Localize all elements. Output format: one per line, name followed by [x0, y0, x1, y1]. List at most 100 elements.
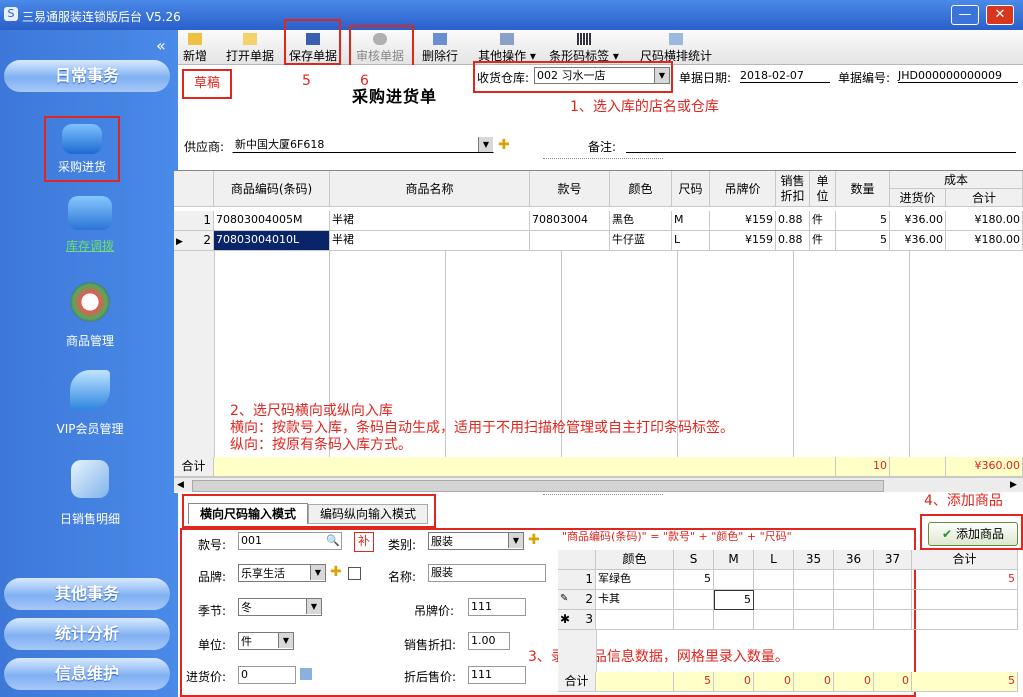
cell-code-selected[interactable]: 70803004010L: [214, 231, 330, 251]
collapse-icon[interactable]: «: [156, 36, 166, 55]
other-ops-button[interactable]: 其他操作 ▾: [476, 32, 538, 63]
cell-code[interactable]: 70803004005M: [214, 211, 330, 231]
minimize-button[interactable]: —: [951, 5, 979, 25]
category-select[interactable]: 服装 ▼: [428, 532, 524, 550]
new-button[interactable]: 新增: [182, 32, 208, 63]
col-name[interactable]: 商品名称: [330, 171, 530, 207]
search-icon[interactable]: 🔍: [326, 533, 340, 549]
size-cell-36[interactable]: [834, 590, 874, 610]
sidebar-item-purchase[interactable]: 采购进货: [44, 116, 120, 182]
brand-checkbox[interactable]: [348, 567, 361, 580]
size-col-36[interactable]: 36: [834, 550, 874, 570]
sidebar-item-vip[interactable]: VIP会员管理: [30, 370, 150, 437]
size-cell-m[interactable]: [714, 610, 754, 630]
chevron-down-icon[interactable]: ▼: [306, 599, 321, 614]
close-button[interactable]: ✕: [986, 5, 1014, 25]
season-select[interactable]: 冬 ▼: [238, 598, 322, 616]
nav-other-affairs[interactable]: 其他事务: [4, 578, 170, 610]
col-discount[interactable]: 销售折扣: [776, 171, 810, 207]
col-style[interactable]: 款号: [530, 171, 610, 207]
size-row-number[interactable]: 1: [558, 570, 596, 590]
col-qty[interactable]: 数量: [836, 171, 890, 207]
cost-input[interactable]: 0: [238, 666, 296, 684]
remark-field[interactable]: [626, 138, 1016, 153]
cell-qty[interactable]: 5: [836, 211, 890, 231]
col-code[interactable]: 商品编码(条码): [214, 171, 330, 207]
unit-select[interactable]: 件 ▼: [238, 632, 294, 650]
tab-horizontal-size[interactable]: 横向尺码输入模式: [188, 503, 308, 524]
size-cell-37[interactable]: [874, 610, 912, 630]
cell-unit[interactable]: 件: [810, 231, 836, 251]
size-row-number[interactable]: ✎ 2: [558, 590, 596, 610]
cell-total[interactable]: ¥180.00: [946, 231, 1023, 251]
cell-tag-price[interactable]: ¥159: [710, 211, 776, 231]
size-col-m[interactable]: M: [714, 550, 754, 570]
tag-price-input[interactable]: 111: [468, 598, 526, 616]
chevron-down-icon[interactable]: ▼: [654, 68, 669, 83]
delete-row-button[interactable]: 删除行: [420, 32, 460, 63]
cell-qty[interactable]: 5: [836, 231, 890, 251]
size-stats-button[interactable]: 尺码横排统计: [638, 32, 714, 63]
discount-input[interactable]: 1.00: [468, 632, 510, 650]
warehouse-select[interactable]: 002 习水一店 ▼: [534, 67, 670, 84]
size-cell-m[interactable]: [714, 570, 754, 590]
splitter-handle[interactable]: [543, 158, 663, 165]
size-cell-36[interactable]: [834, 570, 874, 590]
row-number[interactable]: ▶ 2: [174, 231, 214, 251]
size-cell-37[interactable]: [874, 570, 912, 590]
size-col-37[interactable]: 37: [874, 550, 912, 570]
add-goods-button[interactable]: ✔ 添加商品: [928, 522, 1018, 546]
brand-select[interactable]: 乐享生活 ▼: [238, 564, 326, 582]
size-cell-36[interactable]: [834, 610, 874, 630]
size-cell-l[interactable]: [754, 610, 794, 630]
fill-button[interactable]: 补: [354, 532, 374, 552]
edit-icon[interactable]: [300, 668, 312, 680]
size-cell-s[interactable]: [674, 590, 714, 610]
col-size[interactable]: 尺码: [672, 171, 710, 207]
col-unit[interactable]: 单位: [810, 171, 836, 207]
scroll-right-icon[interactable]: ▶: [1010, 480, 1017, 490]
tab-vertical-code[interactable]: 编码纵向输入模式: [308, 504, 428, 524]
size-cell-color[interactable]: 卡其: [596, 590, 674, 610]
nav-daily-affairs[interactable]: 日常事务: [4, 60, 170, 92]
add-supplier-icon[interactable]: ✚: [498, 137, 510, 153]
cell-size[interactable]: M: [672, 211, 710, 231]
scroll-thumb[interactable]: [192, 480, 884, 492]
name-input[interactable]: 服装: [428, 564, 546, 582]
size-col-total[interactable]: 合计: [912, 550, 1018, 570]
size-cell-color[interactable]: 军绿色: [596, 570, 674, 590]
open-button[interactable]: 打开单据: [224, 32, 276, 63]
col-tag-price[interactable]: 吊牌价: [710, 171, 776, 207]
cell-total[interactable]: ¥180.00: [946, 211, 1023, 231]
cell-name[interactable]: 半裙: [330, 211, 530, 231]
style-input[interactable]: 001 🔍: [238, 532, 342, 550]
sidebar-item-sales-detail[interactable]: 日销售明细: [30, 460, 150, 527]
add-category-icon[interactable]: ✚: [528, 532, 540, 548]
size-col-l[interactable]: L: [754, 550, 794, 570]
size-cell-s[interactable]: 5: [674, 570, 714, 590]
nav-info-maintenance[interactable]: 信息维护: [4, 658, 170, 690]
size-cell-l[interactable]: [754, 570, 794, 590]
size-col-35[interactable]: 35: [794, 550, 834, 570]
date-field[interactable]: 2018-02-07: [740, 69, 830, 83]
size-col-s[interactable]: S: [674, 550, 714, 570]
cell-style[interactable]: 70803004: [530, 211, 610, 231]
cell-discount[interactable]: 0.88: [776, 231, 810, 251]
size-cell-color[interactable]: [596, 610, 674, 630]
sidebar-item-goods[interactable]: 商品管理: [30, 282, 150, 349]
col-total[interactable]: 合计: [946, 189, 1023, 207]
size-row-number[interactable]: ✱ 3: [558, 610, 596, 630]
horizontal-scrollbar[interactable]: ◀ ▶: [174, 477, 1023, 492]
add-brand-icon[interactable]: ✚: [330, 564, 342, 580]
size-cell-l[interactable]: [754, 590, 794, 610]
size-cell-35[interactable]: [794, 570, 834, 590]
col-cost-price[interactable]: 进货价: [890, 189, 946, 207]
size-cell-m-editing[interactable]: 5: [714, 590, 754, 610]
chevron-down-icon[interactable]: ▼: [478, 137, 493, 152]
nav-statistics[interactable]: 统计分析: [4, 618, 170, 650]
chevron-down-icon[interactable]: ▼: [278, 633, 293, 648]
cell-color[interactable]: 黑色: [610, 211, 672, 231]
row-number[interactable]: 1: [174, 211, 214, 231]
final-price-input[interactable]: 111: [468, 666, 526, 684]
cell-tag-price[interactable]: ¥159: [710, 231, 776, 251]
